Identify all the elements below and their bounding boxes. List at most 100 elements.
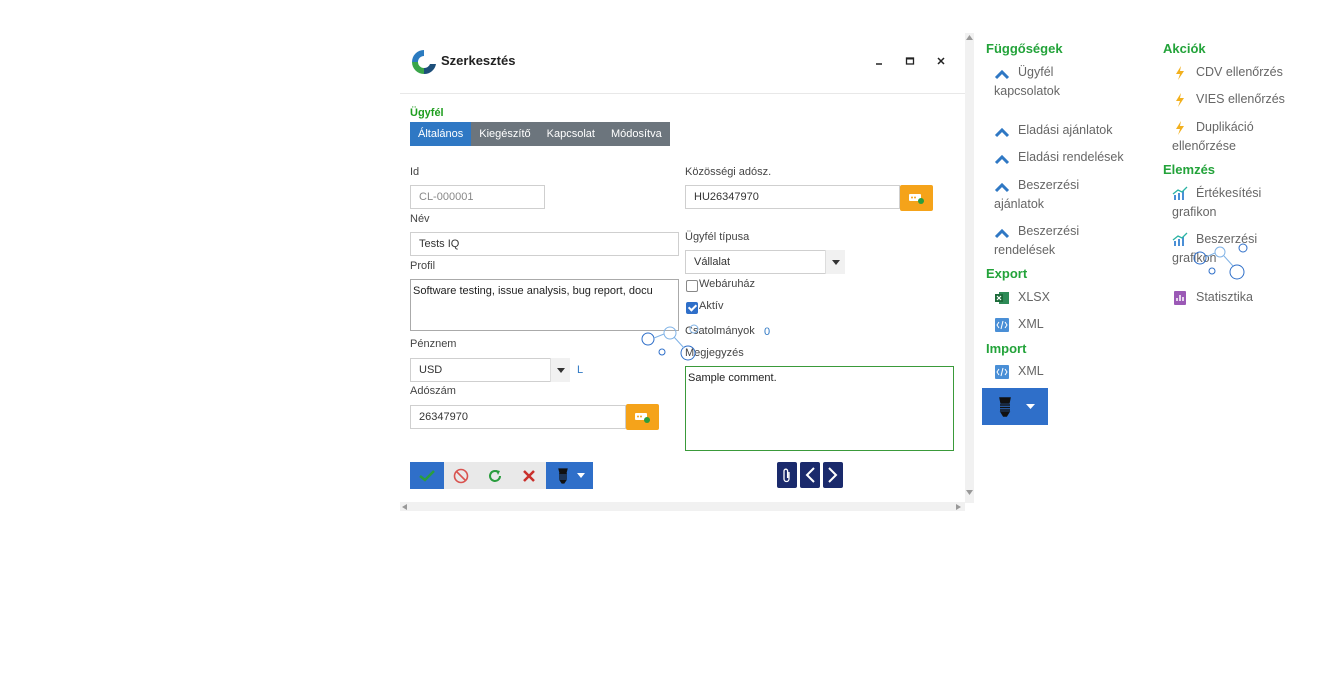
maximize-button[interactable] xyxy=(901,53,919,71)
dep-client-relations[interactable]: Ügyfél kapcsolatok xyxy=(994,63,1060,101)
chevron-down-icon[interactable] xyxy=(550,358,570,382)
action-label: VIES ellenőrzés xyxy=(1196,92,1285,106)
vertical-scrollbar[interactable] xyxy=(965,33,974,503)
refresh-button[interactable] xyxy=(478,462,512,489)
analysis-statistics[interactable]: Statisztika xyxy=(1172,288,1253,307)
chevron-up-icon xyxy=(994,228,1010,239)
lightbulb-icon xyxy=(999,397,1011,417)
caret-down-icon xyxy=(577,473,585,478)
lightning-icon xyxy=(1176,66,1184,80)
dep-sales-orders[interactable]: Eladási rendelések xyxy=(994,148,1124,167)
id-label: Id xyxy=(410,166,420,178)
loading-spinner-icon xyxy=(641,324,699,361)
webshop-checkbox[interactable] xyxy=(686,280,698,292)
action-label-line2: ellenőrzése xyxy=(1172,139,1236,153)
chevron-left-icon xyxy=(805,467,815,483)
caret-down-icon xyxy=(1026,404,1035,409)
tax-label: Adószám xyxy=(410,385,456,397)
action-vies-check[interactable]: VIES ellenőrzés xyxy=(1172,90,1285,109)
chevron-up-icon xyxy=(994,182,1010,193)
delete-button[interactable] xyxy=(512,462,546,489)
tab-supplementary[interactable]: Kiegészítő xyxy=(471,122,539,146)
export-xlsx[interactable]: XLSX xyxy=(994,288,1050,307)
lightning-icon xyxy=(1176,93,1184,107)
profile-textarea[interactable]: Software testing, issue analysis, bug re… xyxy=(410,279,679,331)
actions-title: Akciók xyxy=(1163,41,1206,56)
analysis-title: Elemzés xyxy=(1163,162,1216,177)
dep-label-line2: kapcsolatok xyxy=(994,84,1061,98)
import-xml[interactable]: XML xyxy=(994,362,1044,381)
horizontal-scrollbar[interactable] xyxy=(400,502,965,511)
action-duplicate-check[interactable]: Duplikáció ellenőrzése xyxy=(1172,118,1254,156)
scroll-right-icon[interactable] xyxy=(956,504,961,510)
dep-purchase-orders[interactable]: Beszerzési rendelések xyxy=(994,222,1079,260)
title-divider xyxy=(400,93,965,94)
tax-check-button[interactable] xyxy=(626,404,659,430)
chevron-down-icon[interactable] xyxy=(825,250,845,274)
chevron-right-icon xyxy=(828,467,838,483)
currency-link[interactable]: L xyxy=(577,364,583,376)
dialog-title: Szerkesztés xyxy=(441,53,516,68)
app-logo-icon xyxy=(412,50,436,75)
import-title: Import xyxy=(986,341,1027,356)
actions-dropdown-button[interactable] xyxy=(546,462,593,489)
dependencies-title: Függőségek xyxy=(986,41,1063,56)
ban-icon xyxy=(453,468,469,484)
excel-icon xyxy=(995,292,1009,304)
check-icon xyxy=(419,470,435,482)
refresh-icon xyxy=(489,470,501,482)
dep-purchase-offers[interactable]: Beszerzési ajánlatok xyxy=(994,176,1079,214)
save-button[interactable] xyxy=(410,462,444,489)
minimize-button[interactable] xyxy=(870,53,888,71)
close-button[interactable] xyxy=(932,53,950,71)
dep-label-line2: ajánlatok xyxy=(994,197,1045,211)
chart-icon xyxy=(1172,232,1188,246)
id-field[interactable]: CL-000001 xyxy=(410,185,545,209)
maximize-icon xyxy=(905,57,915,65)
scroll-down-icon[interactable] xyxy=(966,490,973,495)
tab-general[interactable]: Általános xyxy=(410,122,472,146)
client-type-select[interactable]: Vállalat xyxy=(685,250,845,274)
xml-icon xyxy=(995,318,1009,332)
previous-button[interactable] xyxy=(800,462,820,488)
tax-field[interactable]: 26347970 xyxy=(410,405,626,429)
tab-bar: Általános Kiegészítő Kapcsolat Módosítva xyxy=(410,122,670,146)
id-card-check-icon xyxy=(909,194,924,204)
dep-sales-offers[interactable]: Eladási ajánlatok xyxy=(994,121,1113,140)
panel-actions-dropdown-button[interactable] xyxy=(982,388,1048,425)
xml-icon xyxy=(995,365,1009,379)
client-type-label: Ügyfél típusa xyxy=(685,231,750,243)
currency-select[interactable]: USD xyxy=(410,358,570,382)
webshop-label: Webáruház xyxy=(699,278,756,290)
profile-label: Profil xyxy=(410,260,436,272)
dep-label-line1: Eladási rendelések xyxy=(1018,150,1124,164)
eu-tax-check-button[interactable] xyxy=(900,185,933,211)
name-field[interactable]: Tests IQ xyxy=(410,232,679,256)
dep-label-line2: rendelések xyxy=(994,243,1056,257)
minimize-icon xyxy=(876,63,882,65)
cancel-button[interactable] xyxy=(444,462,478,489)
eu-tax-field[interactable]: HU26347970 xyxy=(685,185,900,209)
id-card-check-icon xyxy=(635,413,650,423)
tab-contact[interactable]: Kapcsolat xyxy=(538,122,603,146)
name-label: Név xyxy=(410,213,430,225)
comment-textarea[interactable]: Sample comment. xyxy=(685,366,954,451)
export-xml[interactable]: XML xyxy=(994,315,1044,334)
stats-icon xyxy=(1174,291,1186,305)
scroll-up-icon[interactable] xyxy=(966,35,973,40)
chevron-up-icon xyxy=(994,69,1010,80)
analysis-sales-chart[interactable]: Értékesítési grafikon xyxy=(1172,184,1261,222)
section-title: Ügyfél xyxy=(410,107,444,119)
tab-modified[interactable]: Módosítva xyxy=(602,122,670,146)
action-cdv-check[interactable]: CDV ellenőrzés xyxy=(1172,63,1283,82)
attachments-count[interactable]: 0 xyxy=(764,326,770,338)
paperclip-icon xyxy=(783,468,790,483)
dep-label-line1: Eladási ajánlatok xyxy=(1018,123,1113,137)
attachment-button[interactable] xyxy=(777,462,797,488)
next-button[interactable] xyxy=(823,462,843,488)
scroll-left-icon[interactable] xyxy=(402,504,407,510)
lightbulb-icon xyxy=(558,468,568,484)
export-title: Export xyxy=(986,266,1028,281)
active-checkbox[interactable] xyxy=(686,302,698,314)
lightning-icon xyxy=(1176,121,1184,135)
